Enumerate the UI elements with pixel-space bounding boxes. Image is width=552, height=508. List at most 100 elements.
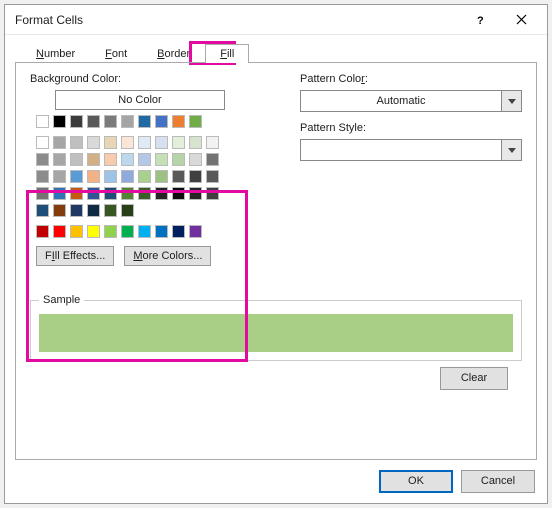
dialog-buttons: OK Cancel [5, 460, 547, 503]
color-swatch[interactable] [172, 153, 185, 166]
color-swatch[interactable] [155, 187, 168, 200]
color-swatch[interactable] [155, 115, 168, 128]
color-swatch[interactable] [189, 115, 202, 128]
format-cells-dialog: Format Cells ? Number Font Border Fill B… [4, 4, 548, 504]
color-swatch[interactable] [138, 115, 151, 128]
color-swatch[interactable] [121, 225, 134, 238]
color-swatch[interactable] [121, 187, 134, 200]
color-swatch[interactable] [206, 136, 219, 149]
color-swatch[interactable] [138, 136, 151, 149]
color-swatch[interactable] [70, 225, 83, 238]
more-colors-button[interactable]: More Colors... [124, 246, 211, 266]
color-swatch[interactable] [36, 225, 49, 238]
color-swatch[interactable] [70, 170, 83, 183]
sample-label: Sample [39, 294, 84, 306]
color-swatch[interactable] [121, 136, 134, 149]
close-button[interactable] [501, 6, 541, 34]
color-swatch[interactable] [36, 153, 49, 166]
svg-text:?: ? [477, 15, 484, 27]
color-swatch[interactable] [206, 187, 219, 200]
color-swatch[interactable] [104, 170, 117, 183]
color-swatch[interactable] [121, 204, 134, 217]
palette-theme-row [30, 115, 235, 128]
color-swatch[interactable] [104, 115, 117, 128]
color-swatch[interactable] [53, 115, 66, 128]
titlebar: Format Cells ? [5, 5, 547, 35]
color-swatch[interactable] [87, 153, 100, 166]
sample-fieldset: Sample [30, 294, 522, 361]
color-swatch[interactable] [104, 204, 117, 217]
cancel-button[interactable]: Cancel [461, 470, 535, 493]
color-swatch[interactable] [104, 225, 117, 238]
tab-border[interactable]: Border [142, 44, 205, 63]
color-swatch[interactable] [53, 170, 66, 183]
fill-effects-button[interactable]: FIll Effects... [36, 246, 114, 266]
color-swatch[interactable] [138, 225, 151, 238]
color-swatch[interactable] [36, 204, 49, 217]
tab-number[interactable]: Number [21, 44, 90, 63]
color-swatch[interactable] [138, 170, 151, 183]
pattern-style-dropdown[interactable] [502, 139, 522, 161]
color-swatch[interactable] [70, 115, 83, 128]
color-swatch[interactable] [189, 153, 202, 166]
tab-font[interactable]: Font [90, 44, 142, 63]
color-swatch[interactable] [155, 136, 168, 149]
background-color-label: Background Color: [30, 73, 270, 85]
color-swatch[interactable] [87, 187, 100, 200]
color-swatch[interactable] [87, 204, 100, 217]
color-swatch[interactable] [121, 115, 134, 128]
pattern-color-dropdown[interactable] [502, 90, 522, 112]
tab-fill[interactable]: Fill [205, 44, 249, 63]
color-swatch[interactable] [87, 136, 100, 149]
color-swatch[interactable] [36, 115, 49, 128]
color-swatch[interactable] [138, 153, 151, 166]
color-swatch[interactable] [155, 153, 168, 166]
color-swatch[interactable] [53, 187, 66, 200]
color-swatch[interactable] [70, 136, 83, 149]
color-swatch[interactable] [87, 225, 100, 238]
color-swatch[interactable] [172, 115, 185, 128]
color-swatch[interactable] [104, 153, 117, 166]
color-swatch[interactable] [104, 187, 117, 200]
color-swatch[interactable] [53, 225, 66, 238]
no-color-button[interactable]: No Color [55, 90, 225, 110]
color-swatch[interactable] [104, 136, 117, 149]
color-swatch[interactable] [172, 225, 185, 238]
color-swatch[interactable] [36, 170, 49, 183]
close-icon [516, 14, 527, 25]
color-swatch[interactable] [172, 187, 185, 200]
help-button[interactable]: ? [461, 6, 501, 34]
color-swatch[interactable] [189, 225, 202, 238]
color-swatch[interactable] [206, 153, 219, 166]
color-swatch[interactable] [189, 187, 202, 200]
color-swatch[interactable] [70, 187, 83, 200]
color-swatch[interactable] [172, 170, 185, 183]
color-buttons-row: FIll Effects... More Colors... [30, 246, 270, 266]
color-swatch[interactable] [155, 225, 168, 238]
color-swatch[interactable] [87, 170, 100, 183]
pattern-style-select[interactable] [300, 139, 502, 161]
pattern-color-select[interactable]: Automatic [300, 90, 502, 112]
ok-button[interactable]: OK [379, 470, 453, 493]
color-swatch[interactable] [36, 187, 49, 200]
color-swatch[interactable] [70, 153, 83, 166]
color-swatch[interactable] [206, 170, 219, 183]
dialog-title: Format Cells [15, 13, 83, 27]
clear-button[interactable]: Clear [440, 367, 508, 390]
color-swatch[interactable] [36, 136, 49, 149]
color-swatch[interactable] [87, 115, 100, 128]
pattern-style-label: Pattern Style: [300, 122, 522, 134]
color-swatch[interactable] [189, 170, 202, 183]
help-icon: ? [476, 13, 486, 27]
color-swatch[interactable] [121, 170, 134, 183]
color-swatch[interactable] [138, 187, 151, 200]
color-swatch[interactable] [172, 136, 185, 149]
color-swatch[interactable] [155, 170, 168, 183]
color-swatch[interactable] [70, 204, 83, 217]
color-swatch[interactable] [53, 204, 66, 217]
color-swatch[interactable] [53, 136, 66, 149]
color-swatch[interactable] [53, 153, 66, 166]
color-swatch[interactable] [189, 136, 202, 149]
color-swatch[interactable] [121, 153, 134, 166]
fill-panel: Background Color: No Color FIll Effects.… [15, 62, 537, 460]
